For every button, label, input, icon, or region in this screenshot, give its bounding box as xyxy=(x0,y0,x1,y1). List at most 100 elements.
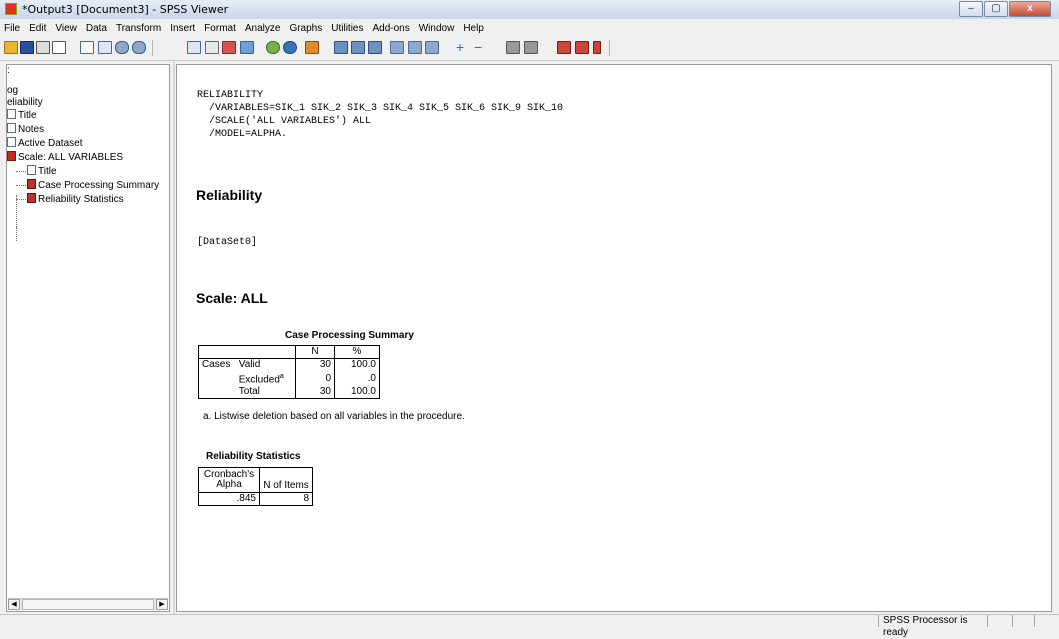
insert-heading-icon[interactable] xyxy=(334,41,348,54)
scroll-right-icon[interactable]: ▶ xyxy=(156,599,168,610)
outline-label: Case Processing Summary xyxy=(38,180,160,191)
menu-addons[interactable]: Add-ons xyxy=(372,23,409,34)
scale-book-icon xyxy=(7,151,16,161)
outline-label: Scale: ALL VARIABLES xyxy=(18,152,124,163)
goto-variable-icon[interactable] xyxy=(222,41,236,54)
print-icon[interactable] xyxy=(36,41,50,54)
outline-pane: : og eliability Title Notes Active Datas… xyxy=(6,64,170,612)
save-icon[interactable] xyxy=(20,41,34,54)
menu-view[interactable]: View xyxy=(55,23,77,34)
use-sets-icon[interactable] xyxy=(283,41,297,54)
menu-window[interactable]: Window xyxy=(419,23,455,34)
outline-item-notes[interactable]: Notes xyxy=(7,123,44,135)
pivot-table-icon xyxy=(27,179,36,189)
menu-file[interactable]: File xyxy=(4,23,20,34)
pane-splitter[interactable] xyxy=(173,62,175,614)
outline-label: Active Dataset xyxy=(18,138,83,149)
reliability-statistics-table[interactable]: Cronbach's Alpha N of Items .845 8 xyxy=(198,467,313,506)
outline-label: : xyxy=(7,65,10,76)
print-preview-icon[interactable] xyxy=(52,41,66,54)
goto-case-icon[interactable] xyxy=(205,41,219,54)
status-bar: SPSS Processor is ready xyxy=(0,614,1059,638)
row-group-label xyxy=(197,371,236,387)
tree-line xyxy=(16,199,26,200)
insert-text-icon[interactable] xyxy=(368,41,382,54)
export-icon[interactable] xyxy=(80,41,94,54)
maximize-button[interactable]: ▢ xyxy=(984,1,1008,17)
row-group-label xyxy=(197,386,236,400)
menu-graphs[interactable]: Graphs xyxy=(289,23,322,34)
menu-edit[interactable]: Edit xyxy=(29,23,46,34)
outline-label: Title xyxy=(38,166,57,177)
collapse-icon[interactable]: − xyxy=(474,40,488,54)
menu-data[interactable]: Data xyxy=(86,23,107,34)
outline-item-scale[interactable]: Scale: ALL VARIABLES xyxy=(7,151,123,163)
demote-icon[interactable] xyxy=(557,41,571,54)
outline-item-scale-title[interactable]: Title xyxy=(27,165,57,177)
active-dataset-text[interactable]: [DataSet0] xyxy=(197,237,257,248)
row-label: Valid xyxy=(238,359,261,370)
scrollbar-thumb[interactable] xyxy=(22,599,154,610)
show-icon[interactable] xyxy=(506,41,520,54)
column-header: % xyxy=(334,345,380,359)
tree-line xyxy=(16,171,26,172)
column-header: N xyxy=(295,345,335,359)
outline-label: eliability xyxy=(7,97,43,108)
menu-bar: File Edit View Data Transform Insert For… xyxy=(0,19,1059,37)
outline-item-root[interactable]: : xyxy=(7,65,10,77)
scroll-left-icon[interactable]: ◀ xyxy=(8,599,20,610)
select-cases-icon[interactable] xyxy=(305,41,319,54)
expand-icon[interactable]: + xyxy=(456,40,470,54)
footnote-marker: a xyxy=(279,373,284,380)
syntax-line: /SCALE('ALL VARIABLES') ALL xyxy=(197,116,372,127)
tree-line xyxy=(16,195,17,241)
case-processing-summary-table[interactable]: N % Cases Valid 30 100.0 Excludeda 0 .0 … xyxy=(197,345,380,400)
redo-icon[interactable] xyxy=(132,41,146,54)
outline-item-log[interactable]: og xyxy=(7,85,18,97)
spss-app-icon[interactable] xyxy=(5,3,17,15)
window-controls: ‒ ▢ x xyxy=(958,1,1051,17)
outline-horizontal-scrollbar[interactable]: ◀ ▶ xyxy=(8,598,168,610)
menu-transform[interactable]: Transform xyxy=(116,23,161,34)
table-corner xyxy=(198,345,296,359)
open-icon[interactable] xyxy=(4,41,18,54)
outline-item-reliability-statistics[interactable]: Reliability Statistics xyxy=(27,193,124,205)
designate-window-icon[interactable] xyxy=(266,41,280,54)
goto-data-icon[interactable] xyxy=(187,41,201,54)
toolbar: + − xyxy=(0,37,1059,61)
variables-icon[interactable] xyxy=(240,41,254,54)
menu-insert[interactable]: Insert xyxy=(170,23,195,34)
menu-analyze[interactable]: Analyze xyxy=(245,23,281,34)
menu-help[interactable]: Help xyxy=(463,23,484,34)
outline-label: og xyxy=(7,85,19,96)
back-arrow-icon[interactable] xyxy=(408,41,422,54)
title-icon xyxy=(7,109,16,119)
scale-heading[interactable]: Scale: ALL xyxy=(196,290,268,306)
show-all-icon[interactable] xyxy=(390,41,404,54)
outline-item-title[interactable]: Title xyxy=(7,109,37,121)
reliability-heading[interactable]: Reliability xyxy=(196,187,262,203)
promote-icon[interactable] xyxy=(575,41,589,54)
menu-utilities[interactable]: Utilities xyxy=(331,23,363,34)
outline-item-active-dataset[interactable]: Active Dataset xyxy=(7,137,82,149)
forward-arrow-icon[interactable] xyxy=(425,41,439,54)
table-cell: 100.0 xyxy=(334,358,380,371)
outline-item-case-processing-summary[interactable]: Case Processing Summary xyxy=(27,179,159,191)
output-content-pane: RELIABILITY /VARIABLES=SIK_1 SIK_2 SIK_3… xyxy=(176,64,1052,612)
row-label-text: Excluded xyxy=(238,374,280,386)
toggle-icon[interactable] xyxy=(593,41,601,54)
recall-dialog-icon[interactable] xyxy=(98,41,112,54)
outline-label: Notes xyxy=(18,124,45,135)
hide-icon[interactable] xyxy=(524,41,538,54)
close-button[interactable]: x xyxy=(1009,1,1051,17)
syntax-log[interactable]: RELIABILITY /VARIABLES=SIK_1 SIK_2 SIK_3… xyxy=(197,89,563,141)
tree-line xyxy=(16,185,26,186)
row-label: Excludeda xyxy=(236,371,296,386)
undo-icon[interactable] xyxy=(115,41,129,54)
outline-label: Reliability Statistics xyxy=(38,194,124,205)
window-title: *Output3 [Document3] - SPSS Viewer xyxy=(22,3,229,16)
menu-format[interactable]: Format xyxy=(204,23,236,34)
outline-item-reliability[interactable]: eliability xyxy=(7,97,43,109)
insert-title-icon[interactable] xyxy=(351,41,365,54)
minimize-button[interactable]: ‒ xyxy=(959,1,983,17)
